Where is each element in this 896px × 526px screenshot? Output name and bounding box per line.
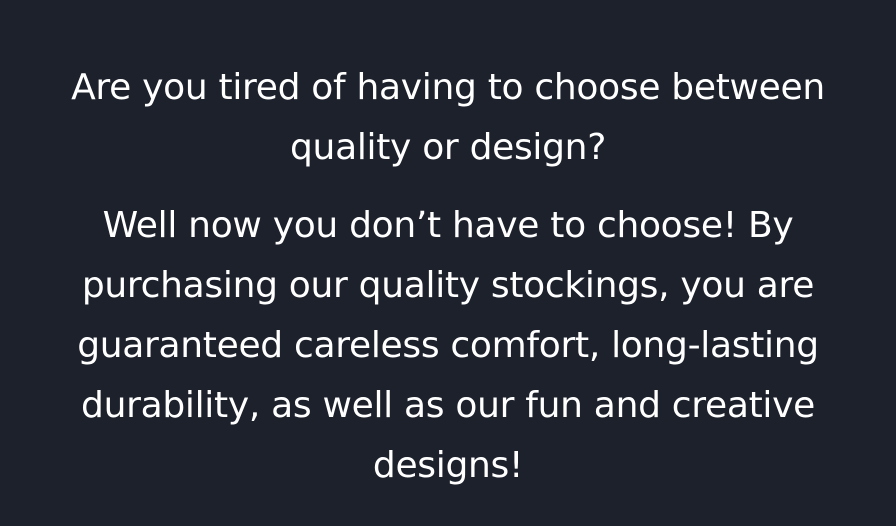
answer-text: Well now you don’t have to choose! By pu… <box>77 205 819 486</box>
question-text: Are you tired of having to choose betwee… <box>71 67 825 168</box>
content-panel: Are you tired of having to choose betwee… <box>0 0 896 526</box>
